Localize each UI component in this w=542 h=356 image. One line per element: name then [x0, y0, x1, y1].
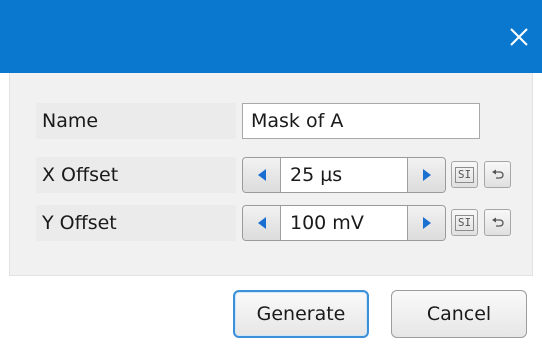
si-icon: SI [454, 166, 475, 183]
triangle-right-icon [422, 169, 431, 181]
close-icon [510, 27, 528, 46]
x-offset-si-button[interactable]: SI [451, 161, 478, 188]
triangle-right-icon [422, 217, 431, 229]
mask-dialog: Name X Offset 25 µs SI [0, 0, 542, 356]
x-offset-increment-button[interactable] [407, 158, 445, 192]
x-offset-label: X Offset [36, 157, 236, 193]
y-offset-value[interactable]: 100 mV [281, 206, 407, 240]
dialog-content: Name X Offset 25 µs SI [9, 73, 533, 276]
x-offset-decrement-button[interactable] [243, 158, 281, 192]
generate-button[interactable]: Generate [233, 290, 369, 338]
undo-icon [491, 169, 504, 179]
x-offset-value[interactable]: 25 µs [281, 158, 407, 192]
cancel-button[interactable]: Cancel [391, 290, 527, 338]
triangle-left-icon [257, 169, 266, 181]
triangle-left-icon [257, 217, 266, 229]
si-icon: SI [454, 214, 475, 231]
y-offset-decrement-button[interactable] [243, 206, 281, 240]
x-offset-reset-button[interactable] [484, 161, 511, 188]
title-bar [0, 0, 542, 73]
undo-icon [491, 217, 504, 227]
y-offset-reset-button[interactable] [484, 209, 511, 236]
y-offset-increment-button[interactable] [407, 206, 445, 240]
name-input[interactable] [242, 103, 480, 139]
close-button[interactable] [496, 0, 542, 73]
y-offset-stepper: 100 mV [242, 205, 446, 241]
x-offset-stepper: 25 µs [242, 157, 446, 193]
y-offset-si-button[interactable]: SI [451, 209, 478, 236]
y-offset-label: Y Offset [36, 205, 236, 241]
name-label: Name [36, 103, 236, 139]
